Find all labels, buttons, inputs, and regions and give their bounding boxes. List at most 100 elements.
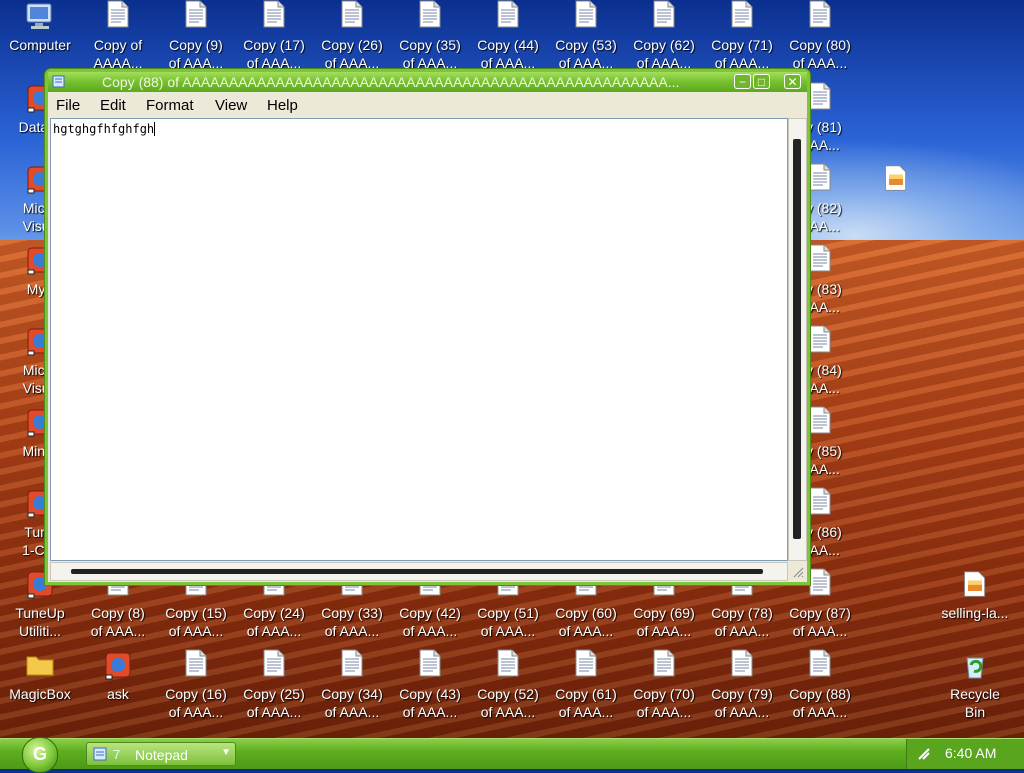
- icon-label: Recycle: [950, 686, 1000, 702]
- desktop-file-icon[interactable]: Copy (26) of AAA...: [314, 0, 390, 72]
- icon-label: Copy (53): [555, 37, 617, 53]
- icon-label: of AAA...: [402, 623, 458, 639]
- desktop-file-icon[interactable]: Copy (34) of AAA...: [314, 649, 390, 721]
- icon-label: Copy (71): [711, 37, 773, 53]
- desktop-file-icon[interactable]: Copy (80) of AAA...: [782, 0, 858, 72]
- desktop-computer-icon[interactable]: Computer: [2, 0, 78, 54]
- icon-label: Copy of: [93, 37, 143, 53]
- vertical-scroll-thumb[interactable]: [793, 139, 801, 539]
- icon-label: Copy (17): [243, 37, 305, 53]
- desktop-image-icon[interactable]: selling-la...: [937, 568, 1013, 622]
- task-label: Notepad: [135, 747, 188, 763]
- doc-icon: [414, 649, 446, 681]
- start-glyph: G: [32, 744, 47, 764]
- menu-format[interactable]: Format: [146, 97, 194, 114]
- icon-label: Copy (69): [633, 605, 695, 621]
- icon-label: Copy (60): [555, 605, 617, 621]
- window-title: Copy (88) of AAAAAAAAAAAAAAAAAAAAAAAAAAA…: [102, 74, 680, 90]
- icon-label: of AAA...: [402, 704, 458, 720]
- doc-icon: [570, 0, 602, 32]
- icon-label: of AAA...: [480, 623, 536, 639]
- resize-grip-icon[interactable]: [790, 564, 804, 578]
- menu-file[interactable]: File: [56, 97, 80, 114]
- horizontal-scrollbar[interactable]: [50, 562, 788, 581]
- taskbar-notepad-button[interactable]: 7 Notepad ▼: [86, 742, 236, 766]
- network-icon[interactable]: [917, 747, 931, 761]
- desktop-file-icon[interactable]: Copy (35) of AAA...: [392, 0, 468, 72]
- desktop-file-icon[interactable]: Copy (53) of AAA...: [548, 0, 624, 72]
- icon-label: of AAA...: [558, 704, 614, 720]
- taskbar: G 7 Notepad ▼ 6:40 AM: [0, 737, 1024, 773]
- editor-text: hgtghgfhfghfgh: [53, 122, 155, 136]
- doc-icon: [648, 0, 680, 32]
- desktop-file-icon[interactable]: Copy of AAAA...: [80, 0, 156, 72]
- desktop-file-icon[interactable]: Copy (25) of AAA...: [236, 649, 312, 721]
- doc-icon: [648, 649, 680, 681]
- horizontal-scroll-thumb[interactable]: [71, 569, 763, 574]
- maximize-button[interactable]: □: [753, 74, 770, 89]
- desktop-file-icon[interactable]: Copy (61) of AAA...: [548, 649, 624, 721]
- menu-view[interactable]: View: [215, 97, 247, 114]
- icon-label: Copy (8): [91, 605, 145, 621]
- doc-icon: [180, 649, 212, 681]
- doc-icon: [804, 649, 836, 681]
- desktop-recycle-icon[interactable]: Recycle Bin: [937, 649, 1013, 721]
- icon-label: Copy (16): [165, 686, 227, 702]
- desktop-file-icon[interactable]: Copy (62) of AAA...: [626, 0, 702, 72]
- desktop-file-icon[interactable]: Copy (9) of AAA...: [158, 0, 234, 72]
- icon-label: Computer: [9, 37, 71, 53]
- icon-label: Copy (33): [321, 605, 383, 621]
- desktop-file-icon[interactable]: Copy (17) of AAA...: [236, 0, 312, 72]
- icon-label: Copy (80): [789, 37, 851, 53]
- icon-label: Utiliti...: [19, 623, 61, 639]
- notepad-icon: [52, 75, 65, 88]
- desktop-file-icon[interactable]: Copy (43) of AAA...: [392, 649, 468, 721]
- doc-icon: [258, 0, 290, 32]
- icon-label: Bin: [964, 704, 986, 720]
- icon-label: of AAA...: [792, 623, 848, 639]
- icon-label: of AAA...: [636, 704, 692, 720]
- icon-label: of AAA...: [246, 704, 302, 720]
- icon-label: of AAA...: [90, 623, 146, 639]
- doc-icon: [804, 0, 836, 32]
- icon-label: Copy (62): [633, 37, 695, 53]
- vertical-scrollbar[interactable]: [788, 118, 807, 561]
- icon-label: ask: [107, 686, 129, 702]
- doc-icon: [102, 0, 134, 32]
- icon-label: selling-la...: [941, 605, 1009, 621]
- desktop-file-icon[interactable]: Copy (52) of AAA...: [470, 649, 546, 721]
- desktop-file-icon[interactable]: Copy (88) of AAA...: [782, 649, 858, 721]
- image-icon: [959, 568, 991, 600]
- icon-label: Copy (61): [555, 686, 617, 702]
- icon-label: Copy (9): [169, 37, 223, 53]
- menu-edit[interactable]: Edit: [100, 97, 126, 114]
- system-tray: 6:40 AM: [906, 739, 1024, 769]
- menu-help[interactable]: Help: [267, 97, 298, 114]
- desktop-file-icon[interactable]: Copy (16) of AAA...: [158, 649, 234, 721]
- desktop-file-icon[interactable]: Copy (44) of AAA...: [470, 0, 546, 72]
- chevron-down-icon: ▼: [221, 747, 231, 758]
- doc-icon: [726, 0, 758, 32]
- desktop-image-file-icon[interactable]: [858, 162, 934, 198]
- title-bar[interactable]: Copy (88) of AAAAAAAAAAAAAAAAAAAAAAAAAAA…: [48, 72, 807, 92]
- notepad-window[interactable]: Copy (88) of AAAAAAAAAAAAAAAAAAAAAAAAAAA…: [45, 69, 810, 585]
- close-button[interactable]: ✕: [784, 74, 801, 89]
- icon-label: Copy (88): [789, 686, 851, 702]
- recycle-icon: [959, 649, 991, 681]
- icon-label: Copy (26): [321, 37, 383, 53]
- desktop-folder-icon[interactable]: MagicBox: [2, 649, 78, 703]
- desktop-app-icon[interactable]: ask: [80, 649, 156, 703]
- desktop-file-icon[interactable]: Copy (79) of AAA...: [704, 649, 780, 721]
- icon-label: of AAA...: [480, 704, 536, 720]
- minimize-button[interactable]: −: [734, 74, 751, 89]
- clock[interactable]: 6:40 AM: [945, 745, 996, 761]
- desktop-file-icon[interactable]: Copy (71) of AAA...: [704, 0, 780, 72]
- doc-icon: [180, 0, 212, 32]
- icon-label: of AAA...: [558, 623, 614, 639]
- desktop-file-icon[interactable]: Copy (70) of AAA...: [626, 649, 702, 721]
- menu-bar: File Edit Format View Help: [48, 92, 807, 118]
- doc-icon: [336, 0, 368, 32]
- text-editor[interactable]: hgtghgfhfghfgh​: [50, 118, 788, 561]
- computer-icon: [24, 0, 56, 32]
- icon-label: Copy (35): [399, 37, 461, 53]
